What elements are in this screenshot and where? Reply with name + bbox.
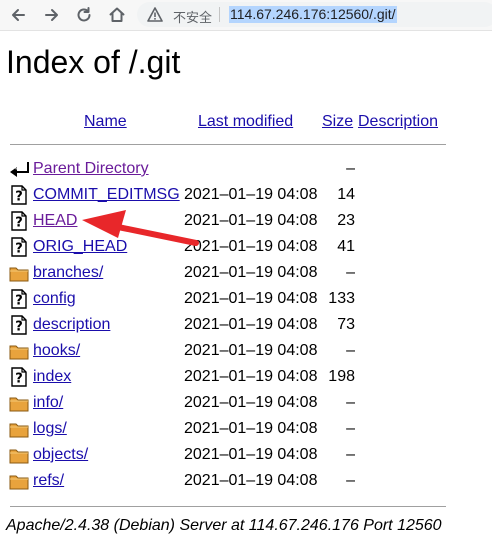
- back-arrow-icon: [12, 9, 25, 21]
- last-modified: 2021–01–19 04:08: [184, 238, 318, 255]
- file-size: –: [346, 394, 355, 411]
- file-link[interactable]: refs/: [33, 471, 64, 491]
- file-size: –: [346, 420, 355, 437]
- file-link[interactable]: objects/: [33, 445, 88, 465]
- svg-text:?: ?: [15, 190, 23, 205]
- file-size: –: [346, 264, 355, 281]
- page-title: Index of /.git: [6, 44, 181, 80]
- file-size: 198: [328, 368, 355, 385]
- last-modified: 2021–01–19 04:08: [184, 186, 318, 203]
- file-row: hooks/2021–01–19 04:08 –: [0, 339, 492, 363]
- unknown-file-icon: ?: [11, 237, 27, 257]
- home-icon: [109, 7, 125, 22]
- svg-text:?: ?: [15, 294, 23, 309]
- address-separator: [219, 7, 220, 22]
- svg-text:?: ?: [15, 320, 23, 335]
- sort-by-name-link[interactable]: Name: [84, 112, 127, 132]
- reload-button[interactable]: [72, 3, 96, 27]
- sort-by-size-link[interactable]: Size: [322, 112, 353, 132]
- server-footer: Apache/2.4.38 (Debian) Server at 114.67.…: [6, 517, 442, 534]
- file-row: ? config 2021–01–19 04:08 133: [0, 287, 492, 311]
- sort-by-last-modified-link[interactable]: Last modified: [198, 112, 293, 132]
- last-modified: 2021–01–19 04:08: [184, 472, 318, 489]
- home-button[interactable]: [105, 3, 129, 27]
- file-size: 41: [337, 238, 355, 255]
- file-row: ? ORIG_HEAD 2021–01–19 04:08 41: [0, 235, 492, 259]
- file-size: 23: [337, 212, 355, 229]
- last-modified: 2021–01–19 04:08: [184, 420, 318, 437]
- unknown-file-icon: ?: [11, 289, 27, 309]
- file-row: logs/2021–01–19 04:08 –: [0, 417, 492, 441]
- file-row: ? description 2021–01–19 04:08 73: [0, 313, 492, 337]
- parent-directory-row: Parent Directory –: [0, 157, 492, 181]
- parent-size: –: [346, 160, 355, 177]
- url-text[interactable]: 114.67.246.176:12560/.git/: [229, 6, 397, 23]
- warning-triangle-icon: [147, 7, 163, 22]
- file-link[interactable]: COMMIT_EDITMSG: [33, 185, 180, 205]
- sort-by-description-link[interactable]: Description: [358, 112, 438, 132]
- file-size: 14: [337, 186, 355, 203]
- forward-button[interactable]: [40, 3, 64, 27]
- svg-text:?: ?: [15, 216, 23, 231]
- unknown-file-icon: ?: [11, 185, 27, 205]
- footer-divider: [10, 506, 446, 507]
- file-size: –: [346, 446, 355, 463]
- folder-icon: [9, 267, 29, 282]
- file-row: ? index 2021–01–19 04:08 198: [0, 365, 492, 389]
- folder-icon: [9, 397, 29, 412]
- folder-icon: [9, 475, 29, 490]
- parent-directory-link[interactable]: Parent Directory: [33, 159, 149, 179]
- file-size: –: [346, 342, 355, 359]
- file-row: objects/2021–01–19 04:08 –: [0, 443, 492, 467]
- file-link[interactable]: HEAD: [33, 211, 77, 231]
- file-row: ? COMMIT_EDITMSG 2021–01–19 04:08 14: [0, 183, 492, 207]
- svg-text:?: ?: [15, 242, 23, 257]
- svg-text:?: ?: [15, 372, 23, 387]
- file-link[interactable]: branches/: [33, 263, 103, 283]
- last-modified: 2021–01–19 04:08: [184, 264, 318, 281]
- unknown-file-icon: ?: [11, 211, 27, 231]
- folder-icon: [9, 345, 29, 360]
- file-size: –: [346, 472, 355, 489]
- unknown-file-icon: ?: [11, 367, 27, 387]
- last-modified: 2021–01–19 04:08: [184, 290, 318, 307]
- folder-icon: [9, 449, 29, 464]
- file-size: 73: [337, 316, 355, 333]
- file-link[interactable]: index: [33, 367, 71, 387]
- back-button[interactable]: [6, 3, 30, 27]
- back-arrow-icon: [10, 162, 29, 177]
- not-secure-label: 不安全: [173, 10, 213, 25]
- reload-icon: [77, 7, 91, 22]
- last-modified: 2021–01–19 04:08: [184, 212, 318, 229]
- last-modified: 2021–01–19 04:08: [184, 342, 318, 359]
- browser-toolbar: 不安全 114.67.246.176:12560/.git/: [0, 0, 492, 31]
- forward-arrow-icon: [45, 9, 58, 21]
- file-row: refs/2021–01–19 04:08 –: [0, 469, 492, 493]
- file-link[interactable]: config: [33, 289, 76, 309]
- file-link[interactable]: description: [33, 315, 110, 335]
- folder-icon: [9, 423, 29, 438]
- file-size: 133: [328, 290, 355, 307]
- address-bar[interactable]: 不安全 114.67.246.176:12560/.git/: [137, 2, 492, 27]
- unknown-file-icon: ?: [11, 315, 27, 335]
- file-row: branches/2021–01–19 04:08 –: [0, 261, 492, 285]
- file-row: info/2021–01–19 04:08 –: [0, 391, 492, 415]
- file-link[interactable]: hooks/: [33, 341, 80, 361]
- file-link[interactable]: info/: [33, 393, 63, 413]
- last-modified: 2021–01–19 04:08: [184, 368, 318, 385]
- header-divider: [10, 144, 446, 145]
- file-link[interactable]: logs/: [33, 419, 67, 439]
- file-link[interactable]: ORIG_HEAD: [33, 237, 127, 257]
- last-modified: 2021–01–19 04:08: [184, 316, 318, 333]
- last-modified: 2021–01–19 04:08: [184, 394, 318, 411]
- last-modified: 2021–01–19 04:08: [184, 446, 318, 463]
- file-row: ? HEAD 2021–01–19 04:08 23: [0, 209, 492, 233]
